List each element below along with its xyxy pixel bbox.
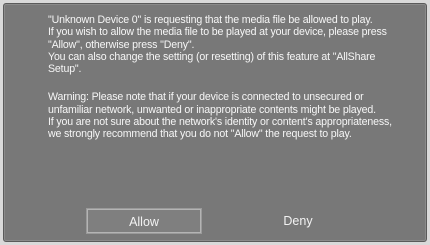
warning-line: Warning: Please note that if your device… [48,91,364,104]
allow-button[interactable]: Allow [87,209,201,233]
message-line: If you wish to allow the media file to b… [48,26,387,39]
dialog-message: "Unknown Device 0" is requesting that th… [48,14,418,141]
warning-line: If you are not sure about the network's … [48,116,392,129]
dialog-button-row: Allow Deny [4,209,426,235]
deny-button-label: Deny [283,214,313,228]
message-line: "Unknown Device 0" is requesting that th… [48,14,373,26]
allow-button-label: Allow [129,215,159,229]
message-line: You can also change the setting (or rese… [48,50,376,63]
warning-line: unfamiliar network, unwanted or inapprop… [48,103,376,116]
message-line: "Allow", otherwise press "Deny". [48,38,195,51]
message-line: Setup". [48,63,82,76]
media-permission-dialog: "Unknown Device 0" is requesting that th… [3,3,427,242]
deny-button[interactable]: Deny [241,209,355,233]
warning-line: we strongly recommend that you do not "A… [48,128,352,141]
